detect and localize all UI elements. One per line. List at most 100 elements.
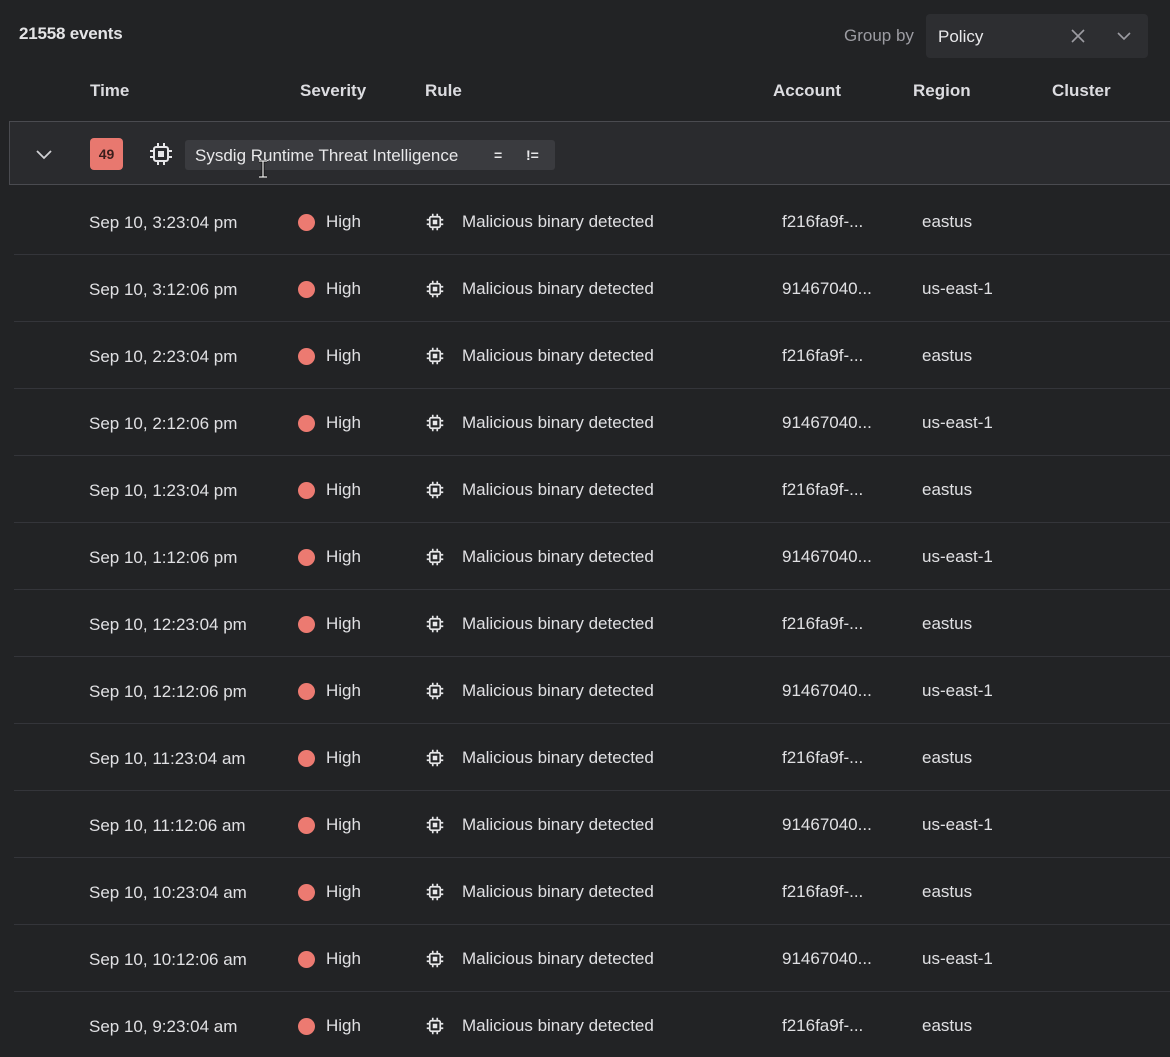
event-region: eastus [922, 346, 973, 365]
event-region: eastus [922, 882, 973, 901]
event-region: eastus [922, 1016, 973, 1035]
filter-not-equals-button[interactable]: != [526, 147, 539, 163]
chevron-down-icon[interactable] [1112, 24, 1136, 48]
cpu-chip-icon [426, 280, 444, 298]
event-severity: High [326, 882, 361, 901]
event-severity: High [326, 346, 361, 365]
cpu-chip-icon [426, 414, 444, 432]
cpu-chip-icon [426, 883, 444, 901]
cpu-chip-icon [426, 213, 444, 231]
event-rule[interactable]: Malicious binary detected [462, 547, 654, 567]
column-header-region[interactable]: Region [913, 81, 971, 101]
event-rule[interactable]: Malicious binary detected [462, 614, 654, 634]
group-by-label: Group by [844, 26, 914, 45]
column-header-time[interactable]: Time [90, 81, 129, 101]
event-account: f216fa9f-... [782, 614, 864, 633]
table-row[interactable]: Sep 10, 12:23:04 pm High Malicious binar… [0, 590, 1170, 657]
event-rule[interactable]: Malicious binary detected [462, 212, 654, 232]
event-account: 91467040... [782, 547, 872, 566]
cpu-chip-icon [426, 481, 444, 499]
event-rule[interactable]: Malicious binary detected [462, 681, 654, 701]
event-time: Sep 10, 1:23:04 pm [89, 481, 238, 500]
table-row[interactable]: Sep 10, 3:23:04 pm High Malicious binary… [0, 188, 1170, 255]
group-by-select[interactable]: Policy [926, 14, 1148, 58]
event-account: f216fa9f-... [782, 346, 864, 365]
event-region: us-east-1 [922, 547, 993, 566]
table-row[interactable]: Sep 10, 1:23:04 pm High Malicious binary… [0, 456, 1170, 523]
close-icon[interactable] [1066, 24, 1090, 48]
table-row[interactable]: Sep 10, 9:23:04 am High Malicious binary… [0, 992, 1170, 1057]
event-account: 91467040... [782, 681, 872, 700]
table-row[interactable]: Sep 10, 2:12:06 pm High Malicious binary… [0, 389, 1170, 456]
cpu-chip-icon [149, 142, 173, 166]
table-row[interactable]: Sep 10, 3:12:06 pm High Malicious binary… [0, 255, 1170, 322]
event-region: us-east-1 [922, 279, 993, 298]
event-time: Sep 10, 11:23:04 am [89, 749, 246, 768]
event-region: us-east-1 [922, 815, 993, 834]
event-account: 91467040... [782, 279, 872, 298]
policy-name-pill[interactable]: Sysdig Runtime Threat Intelligence = != [185, 140, 555, 170]
event-severity: High [326, 614, 361, 633]
events-page: 21558 events Group by Policy Time Severi… [0, 0, 1170, 1057]
table-row[interactable]: Sep 10, 10:23:04 am High Malicious binar… [0, 858, 1170, 925]
chevron-down-icon[interactable] [32, 142, 56, 166]
table-row[interactable]: Sep 10, 2:23:04 pm High Malicious binary… [0, 322, 1170, 389]
table-header: Time Severity Rule Account Region Cluste… [0, 66, 1170, 118]
event-account: f216fa9f-... [782, 480, 864, 499]
event-rule[interactable]: Malicious binary detected [462, 279, 654, 299]
cpu-chip-icon [426, 749, 444, 767]
event-time: Sep 10, 12:23:04 pm [89, 615, 247, 634]
cpu-chip-icon [426, 950, 444, 968]
event-rule[interactable]: Malicious binary detected [462, 346, 654, 366]
cpu-chip-icon [426, 1017, 444, 1035]
cpu-chip-icon [426, 347, 444, 365]
event-time: Sep 10, 3:12:06 pm [89, 280, 238, 299]
severity-high-dot [298, 549, 315, 566]
event-account: 91467040... [782, 949, 872, 968]
event-time: Sep 10, 1:12:06 pm [89, 548, 238, 567]
cpu-chip-icon [426, 615, 444, 633]
event-account: 91467040... [782, 413, 872, 432]
column-header-severity[interactable]: Severity [300, 81, 366, 101]
event-account: f216fa9f-... [782, 212, 864, 231]
table-row[interactable]: Sep 10, 11:12:06 am High Malicious binar… [0, 791, 1170, 858]
severity-high-dot [298, 1018, 315, 1035]
cpu-chip-icon [426, 682, 444, 700]
event-region: us-east-1 [922, 949, 993, 968]
table-row[interactable]: Sep 10, 12:12:06 pm High Malicious binar… [0, 657, 1170, 724]
event-account: 91467040... [782, 815, 872, 834]
event-severity: High [326, 1016, 361, 1035]
event-rule[interactable]: Malicious binary detected [462, 413, 654, 433]
event-time: Sep 10, 2:23:04 pm [89, 347, 238, 366]
group-count-badge: 49 [90, 138, 123, 170]
column-header-account[interactable]: Account [773, 81, 841, 101]
event-time: Sep 10, 11:12:06 am [89, 816, 246, 835]
severity-high-dot [298, 415, 315, 432]
event-rule[interactable]: Malicious binary detected [462, 949, 654, 969]
event-rule[interactable]: Malicious binary detected [462, 748, 654, 768]
event-rule[interactable]: Malicious binary detected [462, 815, 654, 835]
event-severity: High [326, 815, 361, 834]
policy-group-row[interactable]: 49 Sysdig Runtime Threat Intelligence = … [9, 121, 1170, 185]
severity-high-dot [298, 348, 315, 365]
event-severity: High [326, 748, 361, 767]
column-header-cluster[interactable]: Cluster [1052, 81, 1111, 101]
filter-equals-button[interactable]: = [494, 147, 502, 163]
cpu-chip-icon [426, 548, 444, 566]
events-table-body: Sep 10, 3:23:04 pm High Malicious binary… [0, 188, 1170, 1057]
event-time: Sep 10, 3:23:04 pm [89, 213, 238, 232]
event-rule[interactable]: Malicious binary detected [462, 1016, 654, 1036]
severity-high-dot [298, 884, 315, 901]
table-row[interactable]: Sep 10, 10:12:06 am High Malicious binar… [0, 925, 1170, 992]
event-rule[interactable]: Malicious binary detected [462, 882, 654, 902]
table-row[interactable]: Sep 10, 11:23:04 am High Malicious binar… [0, 724, 1170, 791]
table-row[interactable]: Sep 10, 1:12:06 pm High Malicious binary… [0, 523, 1170, 590]
column-header-rule[interactable]: Rule [425, 81, 462, 101]
event-time: Sep 10, 12:12:06 pm [89, 682, 247, 701]
event-rule[interactable]: Malicious binary detected [462, 480, 654, 500]
severity-high-dot [298, 281, 315, 298]
event-region: eastus [922, 212, 973, 231]
event-time: Sep 10, 10:12:06 am [89, 950, 247, 969]
events-toolbar: 21558 events Group by Policy [0, 0, 1170, 66]
event-region: eastus [922, 480, 973, 499]
